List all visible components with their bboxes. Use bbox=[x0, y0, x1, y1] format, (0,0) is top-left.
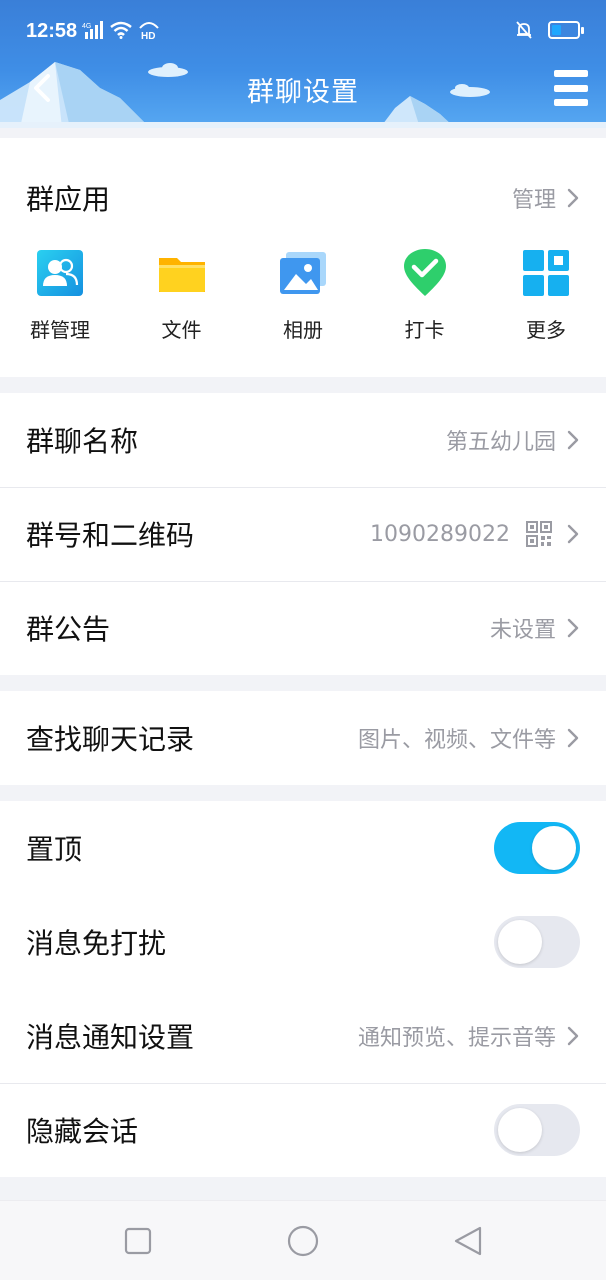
dnd-label: 消息免打扰 bbox=[26, 927, 167, 960]
group-notice-value: 未设置 bbox=[489, 618, 556, 643]
group-number-label: 群号和二维码 bbox=[26, 519, 195, 552]
notify-settings-row[interactable]: 消息通知设置 通知预览、提示音等 bbox=[0, 989, 606, 1083]
pin-row: 置顶 bbox=[0, 801, 606, 895]
check-in-icon bbox=[403, 249, 446, 296]
group-apps-list: 群管理 文件 相册 打卡 更多 bbox=[0, 248, 606, 377]
group-notice-label: 群公告 bbox=[26, 613, 111, 646]
status-time: 12:58 bbox=[26, 20, 78, 42]
hide-chat-toggle[interactable] bbox=[494, 1104, 580, 1156]
app-label: 文件 bbox=[161, 318, 202, 342]
pin-label: 置顶 bbox=[26, 833, 83, 866]
group-notice-row[interactable]: 群公告 未设置 bbox=[0, 581, 606, 675]
group-manage-icon bbox=[37, 250, 83, 296]
hide-chat-row: 隐藏会话 bbox=[0, 1083, 606, 1177]
system-nav-bar bbox=[0, 1200, 606, 1280]
group-apps-title: 群应用 bbox=[26, 183, 111, 216]
app-label: 更多 bbox=[526, 318, 566, 342]
dnd-row: 消息免打扰 bbox=[0, 895, 606, 989]
wifi-icon bbox=[110, 21, 132, 39]
app-album[interactable]: 相册 bbox=[253, 248, 353, 343]
svg-text:4G: 4G bbox=[82, 23, 91, 30]
hamburger-menu-icon bbox=[554, 70, 588, 77]
pin-toggle[interactable] bbox=[494, 822, 580, 874]
chevron-right-icon bbox=[567, 188, 579, 208]
chat-settings-card: 置顶 消息免打扰 消息通知设置 通知预览、提示音等 隐藏会话 bbox=[0, 801, 606, 1177]
app-files[interactable]: 文件 bbox=[132, 248, 232, 343]
app-check-in[interactable]: 打卡 bbox=[375, 248, 475, 343]
header: 12:58 4G HD 群聊设置 bbox=[0, 0, 606, 128]
recents-square-icon[interactable] bbox=[120, 1223, 156, 1259]
chevron-right-icon bbox=[567, 728, 579, 748]
battery-icon bbox=[548, 21, 584, 39]
signal-icon: 4G bbox=[82, 21, 103, 39]
status-right bbox=[514, 20, 584, 40]
page-title: 群聊设置 bbox=[247, 77, 359, 108]
group-number-value: 1090289022 bbox=[370, 521, 510, 547]
history-card: 查找聊天记录 图片、视频、文件等 bbox=[0, 691, 606, 785]
status-bar: 12:58 4G HD bbox=[0, 0, 606, 62]
app-label: 打卡 bbox=[404, 318, 445, 342]
search-history-value: 图片、视频、文件等 bbox=[357, 728, 556, 753]
home-circle-icon[interactable] bbox=[285, 1223, 321, 1259]
group-apps-header[interactable]: 群应用 管理 bbox=[0, 138, 606, 248]
group-name-label: 群聊名称 bbox=[26, 425, 139, 458]
chevron-right-icon bbox=[567, 524, 579, 544]
notify-settings-label: 消息通知设置 bbox=[26, 1021, 195, 1054]
chevron-right-icon bbox=[567, 430, 579, 450]
status-icons: 4G HD bbox=[82, 20, 160, 40]
group-name-value: 第五幼儿园 bbox=[445, 430, 556, 455]
group-info-card: 群聊名称 第五幼儿园 群号和二维码 1090289022 群公告 未设置 bbox=[0, 393, 606, 675]
app-group-manage[interactable]: 群管理 bbox=[10, 248, 110, 343]
app-label: 群管理 bbox=[30, 318, 90, 342]
svg-text:HD: HD bbox=[141, 31, 155, 40]
bell-muted-icon bbox=[516, 21, 532, 39]
chevron-right-icon bbox=[567, 1026, 579, 1046]
manage-link[interactable]: 管理 bbox=[512, 182, 556, 214]
photo-album-icon bbox=[280, 252, 326, 294]
more-grid-icon bbox=[523, 250, 569, 296]
settings-content: 群应用 管理 群管理 文件 相册 打卡 更多 群聊名称 第五幼儿园 群号和二维码… bbox=[0, 128, 606, 1177]
group-number-row[interactable]: 群号和二维码 1090289022 bbox=[0, 487, 606, 581]
folder-icon bbox=[158, 258, 205, 292]
search-history-label: 查找聊天记录 bbox=[26, 723, 195, 756]
notify-settings-value: 通知预览、提示音等 bbox=[357, 1026, 556, 1051]
hide-chat-label: 隐藏会话 bbox=[26, 1115, 139, 1148]
app-more[interactable]: 更多 bbox=[496, 248, 596, 343]
search-history-row[interactable]: 查找聊天记录 图片、视频、文件等 bbox=[0, 691, 606, 785]
group-name-row[interactable]: 群聊名称 第五幼儿园 bbox=[0, 393, 606, 487]
hd-icon: HD bbox=[139, 22, 159, 40]
group-apps-card: 群应用 管理 群管理 文件 相册 打卡 更多 bbox=[0, 138, 606, 377]
qr-code-icon bbox=[526, 521, 552, 547]
dnd-toggle[interactable] bbox=[494, 916, 580, 968]
chevron-right-icon bbox=[567, 618, 579, 638]
app-label: 相册 bbox=[283, 318, 323, 342]
back-triangle-icon[interactable] bbox=[450, 1223, 486, 1259]
menu-button[interactable] bbox=[554, 70, 588, 106]
